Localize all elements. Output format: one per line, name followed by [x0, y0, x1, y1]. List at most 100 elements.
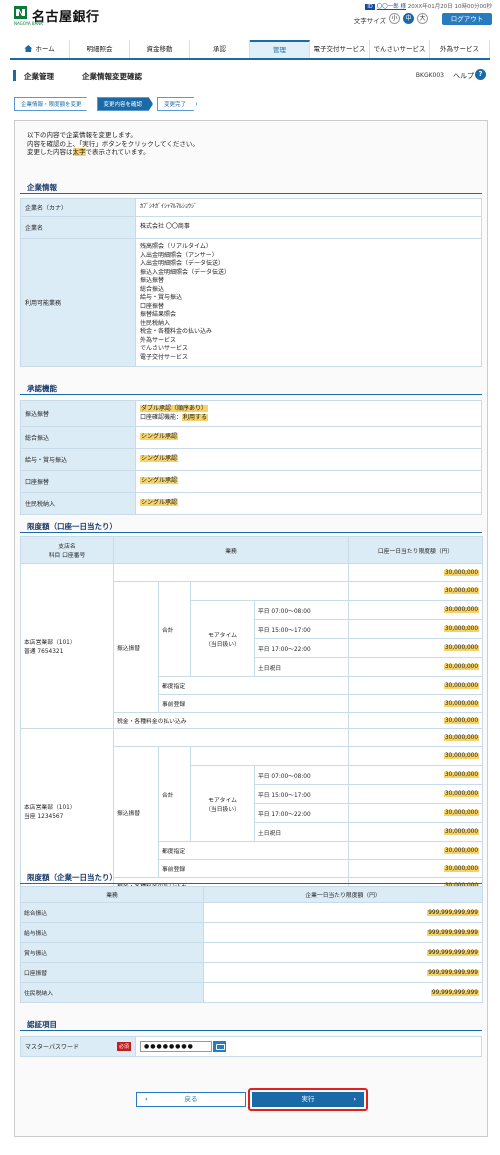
service-item: 残高照会（リアルタイム） [140, 243, 212, 250]
amount-cell: 30,000,000 [348, 841, 484, 860]
total-label: 合計 [158, 746, 191, 842]
head-account-line-1: 支店名 [58, 544, 76, 550]
amount-value: 30,000,000 [443, 791, 480, 797]
amount-cell: 30,000,000 [348, 803, 484, 823]
page-category: 企業管理 [24, 72, 54, 81]
service-item: 振込振替 [140, 277, 165, 284]
moretime-line-1: モアタイム [208, 797, 237, 804]
company-info-table: 企業名（カナ） ｶﾌﾞｼｷｶﾞｲｼｬﾏﾙﾏﾙｼｮｳｼﾞ 企業名 株式会社 〇〇商事 … [20, 198, 482, 367]
back-button[interactable]: ‹ 戻る [136, 1092, 246, 1107]
chevron-right-icon: › [353, 1095, 356, 1103]
account-branch: 本店営業部（101） [24, 640, 76, 646]
nav-management[interactable]: 管理 [250, 40, 310, 58]
account-number: 当座 1234567 [24, 814, 64, 820]
approval-row: 住民税納入 シングル承認 [20, 492, 482, 515]
master-password-input[interactable]: ●●●●●●●● [140, 1041, 212, 1052]
company-limit-table: 業務 企業一日当たり限度額（円） 総合振込 999,999,999,999 給与振… [20, 886, 483, 1003]
approval-label: 振込振替 [20, 400, 136, 427]
approval-value: シングル承認 [135, 448, 482, 471]
service-item: 電子交付サービス [140, 353, 189, 361]
amount-cell: 30,000,000 [348, 765, 484, 785]
amount-value: 30,000,000 [443, 569, 480, 576]
transfer-label: 振込振替 [113, 581, 159, 713]
company-limit-header: 業務 企業一日当たり限度額（円） [20, 886, 483, 903]
section-divider [20, 1030, 482, 1031]
each-label: 都度指定 [157, 676, 350, 695]
amount-cell: 30,000,000 [348, 712, 484, 729]
amount-value: 30,000,000 [443, 700, 480, 707]
page-title-bar: 企業管理 企業情報変更確認 BKGK003 ヘルプ ? [10, 65, 490, 85]
auth-label-cell: マスターパスワード 必須 [20, 1036, 136, 1057]
amount-value: 30,000,000 [443, 772, 480, 778]
font-size-medium-button[interactable]: 中 [403, 13, 414, 24]
service-item: 振替結果照会 [140, 311, 177, 318]
help-link[interactable]: ヘルプ [453, 71, 474, 81]
amount-value: 999,999,999,999 [427, 909, 479, 916]
amount-value: 30,000,000 [443, 717, 480, 724]
head-limit: 口座一日当たり限度額（円） [348, 536, 484, 564]
service-item: 住民税納入 [140, 319, 171, 327]
approval-setting: シングル承認 [140, 499, 179, 507]
service-item: 税金・各種料金の払い込み [140, 328, 213, 335]
nav-home[interactable]: ホーム [10, 40, 70, 58]
account-number: 普通 7654321 [24, 649, 64, 655]
font-size-large-button[interactable]: 大 [417, 13, 428, 24]
intro-line-2: 内容を確認の上、「実行」ボタンをクリックしてください。 [27, 139, 199, 148]
auth-input-cell: ●●●●●●●● [135, 1036, 482, 1057]
software-keyboard-icon[interactable] [213, 1041, 226, 1052]
amount-cell: 30,000,000 [348, 822, 484, 842]
service-item: 振込入金明細照会（データ伝送） [140, 268, 231, 276]
user-name[interactable]: 〇〇一郎 様 [377, 4, 406, 10]
amount-value: 999,999,999,999 [427, 949, 479, 956]
nav-forex[interactable]: 外為サービス [430, 40, 490, 58]
nav-densai[interactable]: でんさいサービス [370, 40, 430, 58]
back-label: 戻る [184, 1095, 198, 1103]
amount-value: 30,000,000 [443, 865, 480, 872]
amount-value: 30,000,000 [443, 734, 480, 741]
nav-transfer[interactable]: 資金移動 [130, 40, 190, 58]
amount-value: 30,000,000 [443, 829, 480, 835]
step-indicator: 企業情報・限度額を変更 変更内容を確認 変更完了 [14, 97, 201, 111]
row-services: 利用可能業務 残高照会（リアルタイム） 入出金明細照会（アンサー） 入出金明細照… [20, 238, 482, 367]
services-list: 残高照会（リアルタイム） 入出金明細照会（アンサー） 入出金明細照会（データ伝送… [135, 238, 482, 367]
blank-cell [189, 581, 350, 601]
help-icon[interactable]: ? [475, 69, 486, 80]
nav-home-label: ホーム [35, 45, 55, 53]
approval-row: 給与・賞与振込 シングル承認 [20, 448, 482, 471]
intro-text: 以下の内容で企業情報を変更します。 内容を確認の上、「実行」ボタンをクリックして… [27, 131, 199, 157]
execute-button[interactable]: 実行 › [252, 1092, 364, 1107]
business-label: 賞与振込 [20, 942, 204, 963]
business-label: 口座振替 [20, 962, 204, 983]
amount-cell: 30,000,000 [348, 563, 484, 582]
approval-setting: ダブル承認（順序あり） [140, 405, 209, 412]
approval-setting: シングル承認 [140, 477, 179, 485]
approval-table: 振込振替 ダブル承認（順序あり） 口座確認機能：利用する 総合振込 シングル承認 給与… [20, 400, 482, 515]
amount-cell: 30,000,000 [348, 728, 484, 747]
total-label: 合計 [158, 581, 191, 677]
logout-button[interactable]: ログアウト [442, 13, 492, 25]
business-label: 給与振込 [20, 922, 204, 943]
approval-label: 住民税納入 [20, 492, 136, 515]
amount-cell: 30,000,000 [348, 638, 484, 658]
bank-logo-icon [14, 6, 27, 19]
moretime-line-1: モアタイム [208, 632, 237, 639]
blank-cell [189, 746, 350, 766]
head-account-line-2: 科目 口座番号 [48, 553, 86, 559]
approval-setting: シングル承認 [140, 455, 179, 463]
amount-cell: 999,999,999,999 [203, 942, 483, 963]
nav-statements[interactable]: 明細照会 [70, 40, 130, 58]
amount-value: 30,000,000 [443, 626, 480, 632]
nav-e-delivery[interactable]: 電子交付サービス [310, 40, 370, 58]
approval-label: 給与・賞与振込 [20, 448, 136, 471]
account-limit-table: 支店名 科目 口座番号 業務 口座一日当たり限度額（円） 本店営業部（101） 普通… [20, 536, 484, 894]
amount-value: 30,000,000 [443, 607, 480, 613]
nav-approval[interactable]: 承認 [190, 40, 250, 58]
font-size-small-button[interactable]: 小 [389, 13, 400, 24]
user-info: ID 〇〇一郎 様 20XX年01月20日 10時00分00秒 [365, 2, 492, 10]
intro-line-3-c: で表示されています。 [85, 148, 150, 156]
approval-row: 口座振替 シングル承認 [20, 470, 482, 493]
auth-table: マスターパスワード 必須 ●●●●●●●● [20, 1036, 482, 1057]
account-branch: 本店営業部（101） [24, 805, 76, 811]
head-business: 業務 [20, 886, 204, 903]
moretime-label: モアタイム （当日扱い） [190, 765, 255, 842]
